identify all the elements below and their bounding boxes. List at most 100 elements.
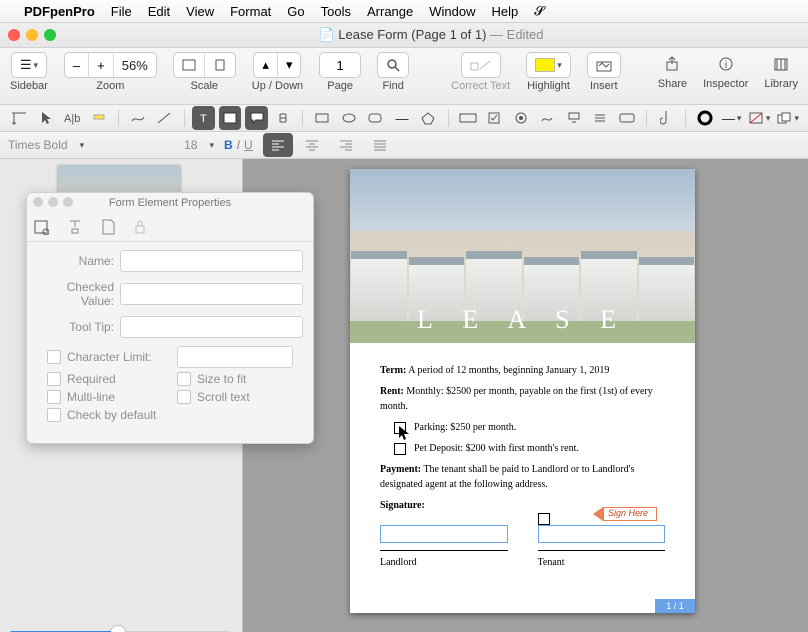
- pet-checkbox[interactable]: [394, 443, 406, 455]
- page-number-input[interactable]: [320, 57, 360, 74]
- align-justify[interactable]: [365, 133, 395, 157]
- insert-button[interactable]: [588, 53, 620, 77]
- pointer-tool[interactable]: [35, 106, 58, 130]
- freehand-tool[interactable]: [127, 106, 150, 130]
- note-tool[interactable]: [219, 106, 242, 130]
- line-tool[interactable]: [153, 106, 176, 130]
- highlight-tool[interactable]: [88, 106, 111, 130]
- inspector-button[interactable]: i: [714, 52, 738, 76]
- bold-button[interactable]: B: [224, 138, 233, 152]
- sidebar-toggle[interactable]: ☰ ▾: [11, 52, 47, 78]
- required-check[interactable]: Required: [47, 372, 157, 386]
- traffic-minimize-icon[interactable]: [26, 29, 38, 41]
- rect-tool[interactable]: [311, 106, 334, 130]
- line-shape-tool[interactable]: —: [391, 106, 414, 130]
- share-button[interactable]: [660, 52, 684, 76]
- arrange-menu[interactable]: ▾: [775, 106, 800, 130]
- svg-text:i: i: [725, 60, 727, 71]
- stroke-style[interactable]: — ▾: [720, 106, 743, 130]
- landlord-label: Landlord: [380, 555, 508, 570]
- tooltip-label: Tool Tip:: [37, 320, 114, 334]
- list-tool[interactable]: [589, 106, 612, 130]
- thumbnail-sidebar[interactable]: Form Element Properties Name: Checked Va…: [0, 159, 243, 632]
- form-radio-tool[interactable]: [509, 106, 532, 130]
- zoom-value[interactable]: 56%: [114, 53, 156, 77]
- window-edited: — Edited: [490, 27, 543, 42]
- font-name[interactable]: Times Bold: [8, 138, 68, 152]
- share-label: Share: [658, 78, 687, 90]
- form-sign-tool[interactable]: [536, 106, 559, 130]
- library-button[interactable]: [769, 52, 793, 76]
- stroke-color[interactable]: [694, 106, 717, 130]
- correct-text-button[interactable]: [462, 53, 500, 77]
- scale-label: Scale: [191, 80, 219, 92]
- menu-arrange[interactable]: Arrange: [367, 4, 413, 19]
- script-menu-icon[interactable]: 𝓢: [534, 3, 544, 19]
- sign-here-tag[interactable]: Sign Here: [593, 507, 657, 521]
- comment-tool[interactable]: [245, 106, 268, 130]
- pet-text: Pet Deposit: $200 with first month's ren…: [414, 443, 579, 454]
- text-select-tool[interactable]: A|b: [61, 106, 84, 130]
- menu-file[interactable]: File: [111, 4, 132, 19]
- menu-edit[interactable]: Edit: [148, 4, 170, 19]
- term-text: A period of 12 months, beginning January…: [408, 365, 609, 376]
- dropdown-tool[interactable]: [562, 106, 585, 130]
- traffic-close-icon[interactable]: [8, 29, 20, 41]
- page-up-button[interactable]: ▴: [254, 53, 277, 77]
- form-checkbox-tool[interactable]: [483, 106, 506, 130]
- document-icon: 📄: [318, 27, 334, 42]
- parking-text: Parking: $250 per month.: [414, 422, 516, 433]
- font-size[interactable]: 18: [184, 138, 197, 152]
- button-tool[interactable]: [615, 106, 638, 130]
- find-label: Find: [382, 80, 403, 92]
- menu-help[interactable]: Help: [491, 4, 518, 19]
- polygon-tool[interactable]: [417, 106, 440, 130]
- check-default-check[interactable]: Check by default: [47, 408, 197, 422]
- fill-color[interactable]: ▾: [747, 106, 772, 130]
- traffic-zoom-icon[interactable]: [44, 29, 56, 41]
- page-down-button[interactable]: ▾: [278, 53, 301, 77]
- term-label: Term:: [380, 365, 406, 376]
- tenant-sign-field[interactable]: [538, 525, 666, 543]
- tab-alignment-icon[interactable]: [67, 219, 83, 235]
- underline-button[interactable]: U: [244, 138, 253, 152]
- cursor-icon: [398, 425, 410, 441]
- align-right[interactable]: [331, 133, 361, 157]
- menu-go[interactable]: Go: [287, 4, 304, 19]
- menu-tools[interactable]: Tools: [321, 4, 351, 19]
- highlight-color-button[interactable]: ▾: [527, 53, 570, 77]
- rent-label: Rent:: [380, 386, 404, 397]
- tab-page-icon[interactable]: [101, 219, 115, 235]
- char-limit-check[interactable]: Character Limit:: [47, 346, 157, 368]
- attachment-tool[interactable]: [655, 106, 678, 130]
- italic-button[interactable]: I: [237, 138, 240, 152]
- align-left[interactable]: [263, 133, 293, 157]
- text-box-tool[interactable]: T: [192, 106, 215, 130]
- menu-format[interactable]: Format: [230, 4, 271, 19]
- align-center[interactable]: [297, 133, 327, 157]
- page-canvas[interactable]: L E A S E Term: A period of 12 months, b…: [242, 159, 808, 632]
- ellipse-tool[interactable]: [338, 106, 361, 130]
- selection-edit-tool[interactable]: [8, 106, 31, 130]
- fit-page-button[interactable]: [205, 53, 235, 77]
- menu-view[interactable]: View: [186, 4, 214, 19]
- zoom-out-button[interactable]: –: [65, 53, 88, 77]
- format-bar: Times Bold▾ 18▾ B I U: [0, 132, 808, 159]
- tab-lock-icon[interactable]: [133, 219, 147, 235]
- thumbnail-size-slider[interactable]: [10, 625, 230, 632]
- zoom-in-button[interactable]: +: [89, 53, 113, 77]
- find-button[interactable]: [378, 53, 408, 77]
- menu-app[interactable]: PDFpenPro: [24, 4, 95, 19]
- tab-basic-icon[interactable]: [33, 219, 49, 235]
- link-tool[interactable]: [272, 106, 295, 130]
- rounded-rect-tool[interactable]: [364, 106, 387, 130]
- landlord-sign-field[interactable]: [380, 525, 508, 543]
- zoom-label: Zoom: [96, 80, 124, 92]
- menu-window[interactable]: Window: [429, 4, 475, 19]
- name-label: Name:: [37, 254, 114, 268]
- form-text-field-tool[interactable]: [456, 106, 479, 130]
- multiline-check[interactable]: Multi-line: [47, 390, 157, 404]
- fit-width-button[interactable]: [174, 53, 204, 77]
- main-toolbar: ☰ ▾ Sidebar – + 56% Zoom Scale ▴ ▾ Up / …: [0, 48, 808, 105]
- tenant-checkbox[interactable]: [538, 513, 550, 525]
